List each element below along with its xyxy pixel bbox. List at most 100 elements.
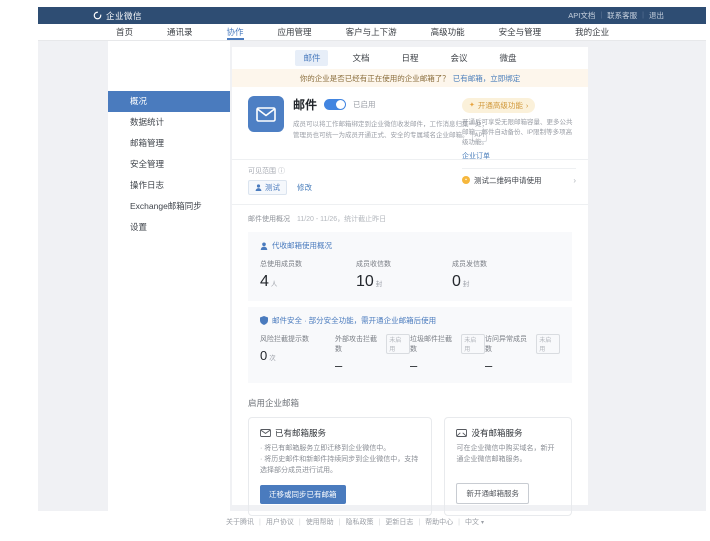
tab-calendar[interactable]: 日程: [393, 50, 426, 66]
mail-overview: 邮件 已启用 成员可以将工作邮箱绑定到企业微信收发邮件，工作消息归集一处； 管理…: [232, 87, 588, 159]
brand-name: 企业微信: [106, 10, 142, 22]
existing-mailbox-box: 已有邮箱服务 将已有邮箱服务立即迁移到企业微信中。 将历史邮件和新邮件持续同步到…: [248, 417, 432, 516]
box-title: 已有邮箱服务: [275, 427, 326, 439]
status-badge: 未启用: [461, 334, 485, 354]
footer-link-about[interactable]: 关于腾讯: [226, 517, 254, 527]
divider: |: [299, 519, 301, 526]
stat-spam-blocked: 垃圾邮件拦截数未启用 –: [410, 334, 485, 373]
tab-wedrive[interactable]: 微盘: [492, 50, 525, 66]
sidebar-item-mailbox-management[interactable]: 邮箱管理: [108, 133, 230, 154]
sidebar-item-operation-logs[interactable]: 操作日志: [108, 175, 230, 196]
nav-item-security[interactable]: 安全与管理: [499, 24, 542, 40]
edit-visibility-link[interactable]: 修改: [297, 182, 312, 193]
chevron-right-icon: ›: [526, 101, 529, 110]
nav-item-my-company[interactable]: 我的企业: [575, 24, 609, 40]
qrcode-icon: ▪: [462, 176, 470, 184]
footer-link-help[interactable]: 使用帮助: [306, 517, 334, 527]
usage-period-label: 邮件使用概况: [248, 216, 290, 223]
topbar-link-logout[interactable]: 退出: [649, 10, 664, 21]
sidebar-item-exchange-sync[interactable]: Exchange邮箱同步: [108, 196, 230, 217]
divider: |: [379, 519, 381, 526]
card-title: 邮件安全 · 部分安全功能，需开通企业邮箱后使用: [272, 315, 436, 326]
enable-mailbox-section: 启用企业邮箱 已有邮箱服务 将已有邮箱服务立即迁移到企业微信中。 将历: [232, 383, 588, 516]
mail-description: 成员可以将工作邮箱绑定到企业微信收发邮件，工作消息归集一处； 管理员也可统一为成…: [293, 119, 488, 142]
topbar-link-contact[interactable]: 联系客服: [607, 10, 637, 21]
main-card: 邮件 文档 日程 会议 微盘 你的企业是否已经有正在使用的企业邮箱了？ 已有邮箱…: [232, 47, 588, 505]
nav-item-advanced[interactable]: 高级功能: [431, 24, 465, 40]
footer-link-terms[interactable]: 用户协议: [266, 517, 294, 527]
topbar-links: API文档 | 联系客服 | 退出: [568, 10, 664, 21]
sparkle-icon: ✦: [469, 101, 475, 109]
premium-description: 开通后可享受无限邮箱容量、更多公共邮箱、邮件自动备份、IP限制等多项高级功能。: [462, 118, 576, 148]
enterprise-order-link[interactable]: 企业订单: [462, 151, 576, 161]
new-mailbox-button[interactable]: 新开通邮箱服务: [456, 483, 529, 504]
person-icon: [260, 242, 268, 250]
mail-app-icon: [248, 96, 284, 132]
no-mailbox-box: 没有邮箱服务 可在企业微信中购买域名，新开通企业微信邮箱服务。 新开通邮箱服务: [444, 417, 572, 516]
footer-link-changelog[interactable]: 更新日志: [385, 517, 413, 527]
mail-security-card: 邮件安全 · 部分安全功能，需开通企业邮箱后使用 风险拦截提示数 0次 外部攻击…: [248, 307, 572, 383]
collab-tabs: 邮件 文档 日程 会议 微盘: [232, 47, 588, 69]
box-description: 将已有邮箱服务立即迁移到企业微信中。 将历史邮件和新邮件持续同步到企业微信中，支…: [260, 444, 420, 477]
visibility-label: 可见范围: [248, 166, 276, 176]
brand-logo-icon: [93, 11, 102, 20]
divider: |: [339, 519, 341, 526]
topbar-link-api-docs[interactable]: API文档: [568, 10, 595, 21]
chevron-right-icon: ›: [573, 176, 576, 185]
sidebar-item-statistics[interactable]: 数据统计: [108, 112, 230, 133]
delegated-mailbox-usage-card: 代收邮箱使用概况 总使用成员数 4人 成员收信数 10封 成员发信数 0封: [248, 232, 572, 301]
divider: |: [259, 519, 261, 526]
tab-docs[interactable]: 文档: [344, 50, 377, 66]
stat-mails-sent: 成员发信数 0封: [452, 259, 548, 291]
nav-item-home[interactable]: 首页: [116, 24, 133, 40]
sidebar-item-settings[interactable]: 设置: [108, 217, 230, 238]
sidebar: 概况 数据统计 邮箱管理 安全管理 操作日志 Exchange邮箱同步 设置: [108, 41, 230, 511]
sidebar-item-overview[interactable]: 概况: [108, 91, 230, 112]
upgrade-premium-button[interactable]: ✦ 开通高级功能 ›: [462, 98, 535, 113]
divider: |: [642, 12, 644, 19]
notice-bind-link[interactable]: 已有邮箱，立即绑定: [453, 73, 521, 84]
divider: |: [600, 12, 602, 19]
page-title: 邮件: [293, 96, 317, 113]
qrcode-apply-row[interactable]: ▪ 测试二维码申请使用 ›: [462, 175, 576, 186]
sidebar-item-security-management[interactable]: 安全管理: [108, 154, 230, 175]
stat-abnormal-members: 访问异常成员数未启用 –: [485, 334, 560, 373]
status-badge: 未启用: [386, 334, 410, 354]
nav-item-customers[interactable]: 客户与上下游: [346, 24, 397, 40]
stat-mails-received: 成员收信数 10封: [356, 259, 452, 291]
brand: 企业微信: [93, 10, 142, 22]
nav-item-apps[interactable]: 应用管理: [278, 24, 312, 40]
notice-bar: 你的企业是否已经有正在使用的企业邮箱了？ 已有邮箱，立即绑定: [232, 69, 588, 87]
footer-link-support[interactable]: 帮助中心: [425, 517, 453, 527]
content-area: 概况 数据统计 邮箱管理 安全管理 操作日志 Exchange邮箱同步 设置 邮…: [38, 41, 706, 511]
envelope-icon: [456, 429, 467, 437]
mail-enabled-toggle[interactable]: [324, 99, 346, 110]
stat-total-members: 总使用成员数 4人: [260, 259, 356, 291]
toggle-status-label: 已启用: [353, 99, 376, 110]
footer: 关于腾讯 | 用户协议 | 使用帮助 | 隐私政策 | 更新日志 | 帮助中心 …: [0, 517, 710, 527]
caret-down-icon: ▾: [481, 520, 484, 526]
envelope-icon: [260, 429, 271, 437]
usage-period-dates: 11/20 - 11/26，统计截止昨日: [297, 216, 386, 223]
visibility-chip: 测试: [248, 180, 287, 195]
topbar: 企业微信 API文档 | 联系客服 | 退出: [38, 7, 706, 24]
notice-text: 你的企业是否已经有正在使用的企业邮箱了？: [300, 73, 450, 84]
status-badge: 未启用: [536, 334, 560, 354]
nav-item-contacts[interactable]: 通讯录: [167, 24, 193, 40]
tab-mail[interactable]: 邮件: [295, 50, 328, 66]
section-title: 启用企业邮箱: [248, 397, 572, 409]
footer-link-privacy[interactable]: 隐私政策: [346, 517, 374, 527]
stat-external-attacks: 外部攻击拦截数未启用 –: [335, 334, 410, 373]
info-icon: ⓘ: [278, 166, 285, 176]
language-selector[interactable]: 中文 ▾: [465, 517, 484, 527]
divider: |: [458, 519, 460, 526]
stat-risk-alerts: 风险拦截提示数 0次: [260, 334, 335, 373]
divider: |: [418, 519, 420, 526]
nav-item-collaboration[interactable]: 协作: [227, 24, 244, 40]
tab-meeting[interactable]: 会议: [443, 50, 476, 66]
page: 企业微信 API文档 | 联系客服 | 退出 首页 通讯录 协作 应用管理 客户…: [0, 0, 710, 541]
main-nav: 首页 通讯录 协作 应用管理 客户与上下游 高级功能 安全与管理 我的企业: [38, 24, 706, 41]
shield-icon: [260, 316, 268, 325]
box-title: 没有邮箱服务: [471, 427, 522, 439]
migrate-mailbox-button[interactable]: 迁移或同步已有邮箱: [260, 485, 346, 504]
